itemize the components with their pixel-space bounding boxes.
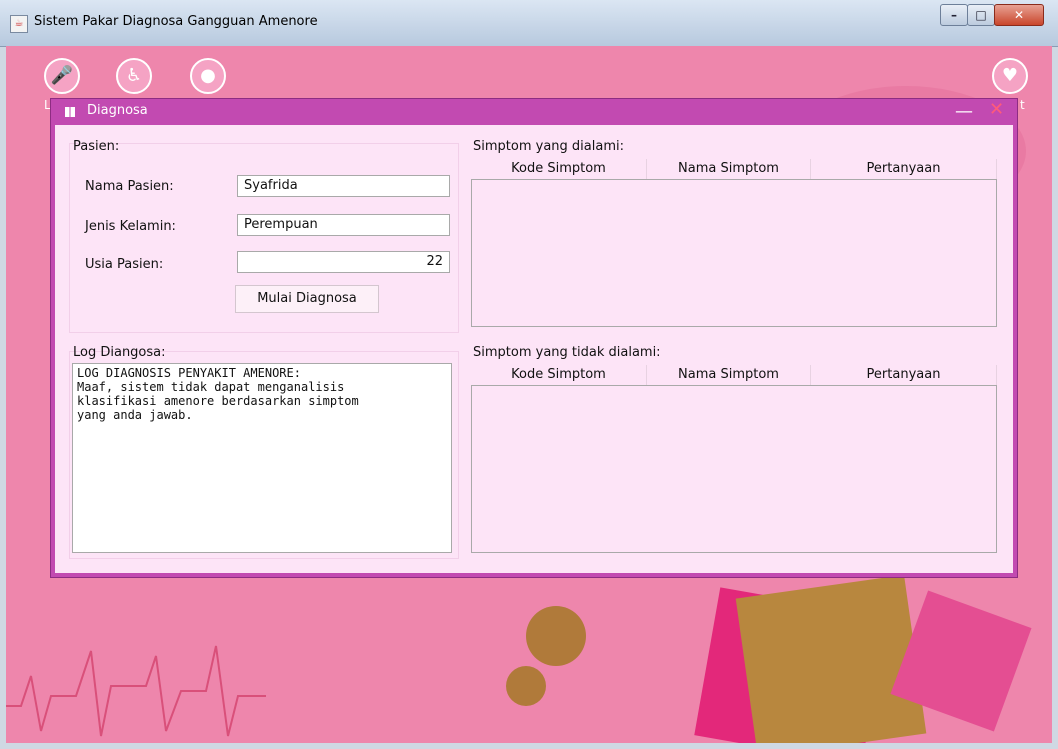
column-header-kode[interactable]: Kode Simptom	[471, 365, 647, 385]
table-body[interactable]	[471, 385, 997, 553]
decorative-shopping-bag	[735, 574, 927, 743]
log-textarea[interactable]: LOG DIAGNOSIS PENYAKIT AMENORE: Maaf, si…	[72, 363, 452, 553]
column-header-nama[interactable]: Nama Simptom	[647, 159, 811, 179]
windows-logo-icon	[65, 107, 75, 117]
window-minimize-button[interactable]: –	[940, 4, 968, 26]
decorative-flower	[526, 606, 586, 666]
window-maximize-button[interactable]: □	[967, 4, 995, 26]
patient-group-label: Pasien:	[73, 139, 120, 154]
diagnosa-dialog: Diagnosa — ✕ Pasien: Nama Pasien: Syafri…	[50, 98, 1018, 578]
log-group-label: Log Diangosa:	[73, 345, 166, 360]
symptoms-no-table[interactable]: Kode Simptom Nama Simptom Pertanyaan	[471, 365, 997, 555]
symptoms-yes-label: Simptom yang dialami:	[473, 139, 624, 154]
patient-age-label: Usia Pasien:	[85, 257, 164, 272]
ecg-line-decoration	[6, 645, 266, 737]
symptoms-no-label: Simptom yang tidak dialami:	[473, 345, 661, 360]
column-header-nama[interactable]: Nama Simptom	[647, 365, 811, 385]
column-header-kode[interactable]: Kode Simptom	[471, 159, 647, 179]
dialog-close-button[interactable]: ✕	[989, 99, 1004, 120]
wheelchair-icon[interactable]: ♿	[116, 58, 152, 94]
window-close-button[interactable]: ✕	[994, 4, 1044, 26]
table-body[interactable]	[471, 179, 997, 327]
start-diagnosis-button[interactable]: Mulai Diagnosa	[235, 285, 379, 313]
dialog-minimize-button[interactable]: —	[955, 101, 973, 122]
patient-gender-field[interactable]: Perempuan	[237, 214, 450, 236]
toolbar-label-peek: t	[1020, 98, 1025, 112]
patient-name-label: Nama Pasien:	[85, 179, 174, 194]
heartbeat-icon[interactable]: ♥	[992, 58, 1028, 94]
dialog-titlebar: Diagnosa — ✕	[51, 99, 1017, 125]
decorative-flower	[506, 666, 546, 706]
symptoms-yes-table[interactable]: Kode Simptom Nama Simptom Pertanyaan	[471, 159, 997, 331]
patient-age-field[interactable]: 22	[237, 251, 450, 273]
patient-name-field[interactable]: Syafrida	[237, 175, 450, 197]
java-app-icon: ☕	[10, 15, 28, 33]
table-header: Kode Simptom Nama Simptom Pertanyaan	[471, 365, 997, 385]
column-header-pertanyaan[interactable]: Pertanyaan	[811, 365, 997, 385]
main-window: ☕ Sistem Pakar Diagnosa Gangguan Amenore…	[0, 0, 1058, 749]
column-header-pertanyaan[interactable]: Pertanyaan	[811, 159, 997, 179]
window-titlebar: ☕ Sistem Pakar Diagnosa Gangguan Amenore…	[0, 0, 1058, 47]
dialog-content: Pasien: Nama Pasien: Syafrida Jenis Kela…	[55, 125, 1013, 573]
window-title: Sistem Pakar Diagnosa Gangguan Amenore	[34, 14, 318, 29]
user-icon[interactable]: ●	[190, 58, 226, 94]
microphone-icon[interactable]: 🎤	[44, 58, 80, 94]
table-header: Kode Simptom Nama Simptom Pertanyaan	[471, 159, 997, 179]
dialog-title: Diagnosa	[87, 103, 148, 118]
patient-gender-label: Jenis Kelamin:	[85, 219, 176, 234]
